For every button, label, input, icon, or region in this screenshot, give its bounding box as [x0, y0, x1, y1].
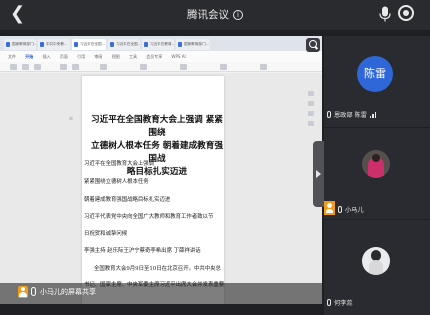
- toolbar-icon[interactable]: [72, 64, 79, 70]
- document-headline: 习近平在全国教育大会上强调 紧紧围绕 立德树人根本任务 朝着建成教育强国战 略目…: [88, 114, 226, 179]
- side-tool-icon[interactable]: [308, 101, 314, 106]
- signal-icon: [369, 112, 378, 118]
- side-tool-icon[interactable]: [308, 111, 314, 116]
- participant-name: 小马儿: [345, 207, 364, 214]
- browser-tab[interactable]: 国家教育部门...: [4, 39, 36, 50]
- participant-name: 恩政部 陈雷: [334, 112, 367, 119]
- avatar: [362, 247, 390, 275]
- avatar: 陈雷: [357, 56, 393, 92]
- toolbar-icon[interactable]: [260, 64, 267, 70]
- microphone-icon: [31, 287, 36, 296]
- toolbar-icon[interactable]: [60, 64, 67, 70]
- participant-name-row: 何李蕊: [327, 298, 353, 310]
- toolbar-icon[interactable]: [180, 64, 187, 70]
- browser-tab[interactable]: 习近平在全国...: [108, 39, 140, 50]
- document-line: 朝着建成教育强国战略目标扎实迈进: [84, 197, 171, 203]
- meeting-title: 腾讯会议: [187, 9, 229, 21]
- toolbar-icon[interactable]: [34, 64, 41, 70]
- record-icon[interactable]: [398, 5, 414, 21]
- host-user-icon: [324, 201, 335, 215]
- meeting-window: ❮ 腾讯会议 i 国家教育部门... 中共中央教... 习近平在全国... 习近平…: [0, 0, 430, 315]
- title-area: 腾讯会议 i: [0, 0, 430, 30]
- microphone-icon: [338, 206, 342, 213]
- side-tool-icon[interactable]: [308, 121, 314, 126]
- shared-screen: 国家教育部门... 中共中央教... 习近平在全国... 习近平在全国... 习…: [0, 36, 322, 304]
- user-icon: [18, 286, 28, 298]
- participant-name: 何李蕊: [334, 300, 353, 307]
- toolbar-icon[interactable]: [220, 64, 227, 70]
- browser-tab-strip: 国家教育部门... 中共中央教... 习近平在全国... 习近平在全国... 习…: [0, 36, 322, 51]
- microphone-icon[interactable]: [379, 6, 391, 22]
- microphone-icon: [327, 111, 331, 118]
- toolbar-icon[interactable]: [10, 64, 17, 70]
- menu-item[interactable]: WPS AI: [172, 54, 186, 59]
- menu-item[interactable]: 插入: [43, 54, 51, 59]
- menu-item[interactable]: 页面: [60, 54, 68, 59]
- document-line: 紧紧围绕立德树人根本任务: [84, 179, 149, 185]
- top-bar: ❮ 腾讯会议 i: [0, 0, 430, 30]
- menu-item[interactable]: 引用: [77, 54, 85, 59]
- menu-item[interactable]: 视图: [112, 54, 120, 59]
- side-tool-icon[interactable]: [308, 91, 314, 96]
- zoom-icon[interactable]: [306, 38, 320, 52]
- menu-item[interactable]: 会员专享: [146, 54, 162, 59]
- menu-item[interactable]: 审阅: [94, 54, 102, 59]
- menu-item[interactable]: 文件: [8, 54, 16, 59]
- info-icon[interactable]: i: [233, 10, 243, 20]
- toolbar-icon[interactable]: [140, 64, 147, 70]
- document-line: 李强主持 赵乐际王沪宁蔡奇李希出席 丁薛祥讲话: [84, 248, 201, 254]
- menu-item[interactable]: 工具: [129, 54, 137, 59]
- avatar: [362, 150, 390, 178]
- toolbar-icon[interactable]: [100, 64, 107, 70]
- paragraph-mark-icon: ≡: [69, 116, 74, 122]
- participant-name-row: 小马儿: [338, 205, 364, 217]
- browser-tab[interactable]: 中共中央教...: [38, 39, 70, 50]
- toolbar-icon[interactable]: [22, 64, 29, 70]
- wps-menu-bar: 文件 开始 插入 页面 引用 审阅 视图 工具 会员专享 WPS AI: [0, 51, 322, 62]
- document-line: 习近平在全国教育大会上强调: [84, 161, 155, 167]
- screen-share-label: 小马儿的屏幕共享: [40, 288, 96, 296]
- headline-line: 习近平在全国教育大会上强调 紧紧围绕: [91, 115, 223, 138]
- participant-name-row: 恩政部 陈雷: [327, 110, 378, 122]
- document-line: 习近平代表党中央向全国广大教师和教育工作者致以节: [84, 214, 214, 220]
- document-line: 全国教育大会9月9日至10日在北京召开。中共中央总: [94, 266, 221, 272]
- browser-tab-active[interactable]: 习近平在全国...: [72, 39, 106, 50]
- formatting-toolbar: [0, 62, 322, 72]
- menu-item[interactable]: 开始: [25, 54, 33, 59]
- document-line: 日祝贺和诚挚问候: [84, 231, 128, 237]
- browser-tab[interactable]: 国家教育部门...: [176, 39, 210, 50]
- browser-tab[interactable]: 习近平在教育...: [142, 39, 174, 50]
- microphone-icon: [327, 299, 331, 306]
